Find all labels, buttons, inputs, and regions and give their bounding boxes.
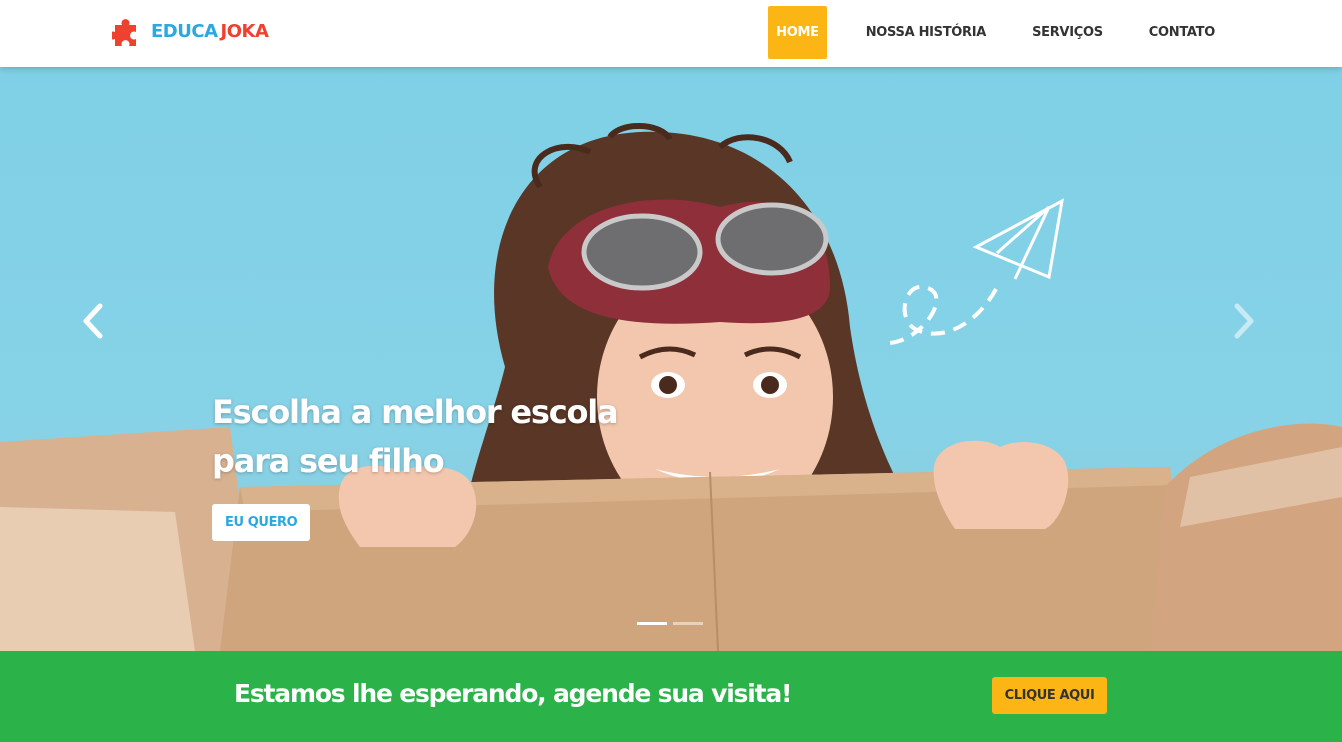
nav-item-servicos[interactable]: SERVIÇOS xyxy=(1009,6,1126,59)
carousel-indicator-1[interactable] xyxy=(637,622,667,625)
logo-text-educa: EDUCA xyxy=(151,20,218,42)
visit-banner-text: Estamos lhe esperando, agende sua visita… xyxy=(234,679,792,708)
eu-quero-button[interactable]: EU QUERO xyxy=(212,504,311,541)
clique-aqui-button[interactable]: CLIQUE AQUI xyxy=(992,677,1107,714)
nav-item-nossa-historia[interactable]: NOSSA HISTÓRIA xyxy=(843,6,1009,59)
carousel-indicators xyxy=(637,622,703,625)
hero-title-line-1: Escolha a melhor escola xyxy=(212,393,619,431)
hero-carousel: Escolha a melhor escola para seu filho E… xyxy=(0,67,1342,651)
puzzle-piece-icon xyxy=(112,19,136,46)
hero-image xyxy=(0,123,1342,651)
chevron-right-icon xyxy=(1234,303,1254,339)
hero-title-line-2: para seu filho xyxy=(212,442,445,480)
main-nav: HOME NOSSA HISTÓRIA SERVIÇOS CONTATO xyxy=(768,6,1238,59)
nav-item-home[interactable]: HOME xyxy=(768,6,827,59)
logo-link[interactable]: EDUCA JOKA xyxy=(112,14,269,48)
visit-banner: Estamos lhe esperando, agende sua visita… xyxy=(0,651,1342,742)
hero-caption: Escolha a melhor escola para seu filho E… xyxy=(212,388,632,541)
carousel-prev-button[interactable] xyxy=(78,299,108,343)
carousel-indicator-2[interactable] xyxy=(673,622,703,625)
logo-text-joka: JOKA xyxy=(220,20,269,42)
nav-item-contato[interactable]: CONTATO xyxy=(1126,6,1238,59)
hero-title: Escolha a melhor escola para seu filho xyxy=(212,388,632,486)
chevron-left-icon xyxy=(83,303,103,339)
carousel-next-button[interactable] xyxy=(1229,299,1259,343)
site-header: EDUCA JOKA HOME NOSSA HISTÓRIA SERVIÇOS … xyxy=(0,0,1342,67)
